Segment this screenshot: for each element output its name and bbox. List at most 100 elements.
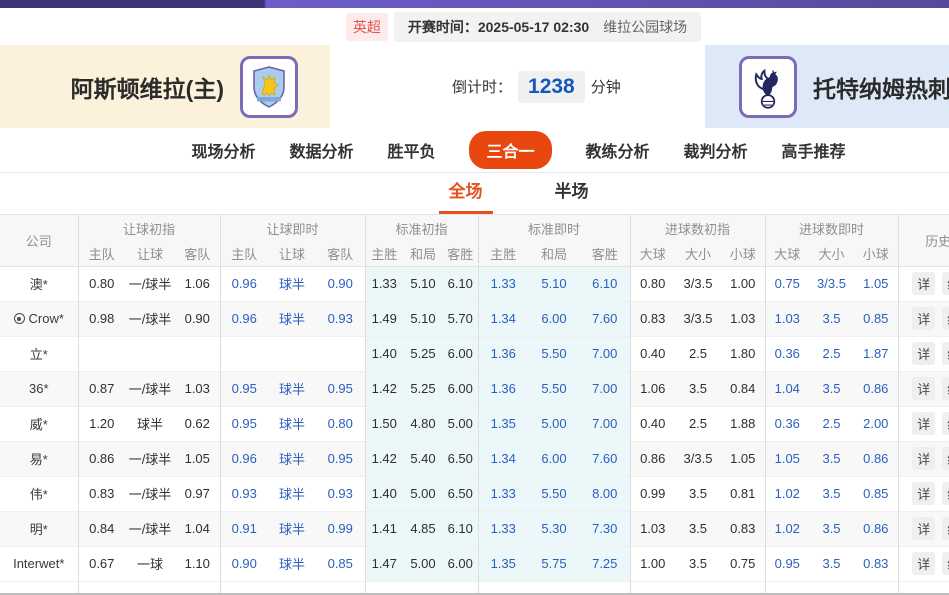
detail-button[interactable]: 详: [912, 377, 935, 400]
odds-cell: 0.81: [721, 476, 765, 511]
odds-cell: 0.40: [630, 336, 675, 371]
detail-button[interactable]: 详: [912, 517, 935, 540]
table-row: 明*0.84一/球半1.040.91球半0.991.414.856.101.33…: [0, 511, 949, 546]
detail-button[interactable]: 详: [912, 272, 935, 295]
odds-cell: 0.75: [721, 546, 765, 581]
odds-cell: 2.5: [675, 336, 721, 371]
odds-cell: 3.5: [809, 511, 854, 546]
odds-cell: 3.5: [675, 476, 721, 511]
odds-cell: 0.87: [78, 371, 125, 406]
odds-cell: 8.00: [580, 476, 630, 511]
sub-header: 大小: [675, 241, 721, 266]
countdown: 倒计时： 1238 分钟: [452, 45, 621, 128]
stats-button[interactable]: 统: [942, 377, 949, 400]
nav-tab-0[interactable]: 现场分析: [191, 138, 255, 162]
odds-cell: 0.36: [765, 406, 809, 441]
odds-cell: 球半: [268, 371, 316, 406]
league-badge: 英超: [346, 13, 388, 41]
odds-cell: 5.50: [528, 336, 580, 371]
action-cell: 详统: [898, 511, 949, 546]
stats-button[interactable]: 统: [942, 342, 949, 365]
odds-cell: 0.62: [175, 406, 220, 441]
company-cell: 易*: [0, 441, 78, 476]
odds-cell: 0.83: [630, 301, 675, 336]
detail-button[interactable]: 详: [912, 412, 935, 435]
odds-cell: 1.20: [78, 406, 125, 441]
detail-button[interactable]: 详: [912, 482, 935, 505]
odds-cell: 0.96: [220, 441, 268, 476]
nav-tab-5[interactable]: 裁判分析: [684, 138, 748, 162]
odds-cell: 1.02: [765, 476, 809, 511]
odds-cell: 1.05: [721, 441, 765, 476]
odds-cell: 一/球半: [125, 511, 175, 546]
odds-cell: 1.40: [365, 476, 403, 511]
nav-tab-6[interactable]: 高手推荐: [782, 138, 846, 162]
kickoff-box: 开赛时间：2025-05-17 02:30 维拉公园球场: [394, 12, 701, 42]
odds-cell: 0.80: [316, 406, 365, 441]
odds-cell: 0.96: [220, 301, 268, 336]
odds-cell: [316, 336, 365, 371]
odds-cell: 0.86: [630, 441, 675, 476]
odds-cell: 1.04: [765, 371, 809, 406]
odds-cell: 1.35: [478, 546, 528, 581]
venue-label: 维拉公园球场: [603, 17, 687, 37]
odds-cell: 1.06: [630, 371, 675, 406]
nav-tab-2[interactable]: 胜平负: [387, 138, 435, 162]
stats-button[interactable]: 统: [942, 447, 949, 470]
odds-cell: 5.00: [528, 406, 580, 441]
odds-cell: 0.95: [765, 546, 809, 581]
stats-button[interactable]: 统: [942, 412, 949, 435]
stats-button[interactable]: 统: [942, 517, 949, 540]
odds-cell: 6.00: [443, 371, 478, 406]
odds-cell: 1.47: [365, 546, 403, 581]
detail-button[interactable]: 详: [912, 307, 935, 330]
tottenham-cockerel-icon: [750, 64, 786, 110]
table-row: 36*0.87一/球半1.030.95球半0.951.425.256.001.3…: [0, 371, 949, 406]
odds-cell: 球半: [125, 406, 175, 441]
odds-cell: 2.00: [854, 406, 898, 441]
odds-cell: 6.50: [443, 476, 478, 511]
sub-header: 大球: [630, 241, 675, 266]
odds-cell: 0.99: [630, 476, 675, 511]
odds-table-body: 澳*0.80一/球半1.060.96球半0.901.335.106.101.33…: [0, 266, 949, 581]
odds-cell: [268, 336, 316, 371]
odds-cell: 5.50: [528, 371, 580, 406]
odds-cell: 1.42: [365, 441, 403, 476]
odds-cell: 6.10: [580, 266, 630, 301]
odds-cell: 1.05: [854, 266, 898, 301]
stats-button[interactable]: 统: [942, 272, 949, 295]
odds-cell: 1.80: [721, 336, 765, 371]
scope-tab-1[interactable]: 半场: [545, 177, 599, 214]
odds-cell: 一/球半: [125, 266, 175, 301]
partial-next-row: [0, 582, 949, 593]
scope-tab-0[interactable]: 全场: [439, 177, 493, 214]
odds-cell: 0.90: [220, 546, 268, 581]
nav-tab-1[interactable]: 数据分析: [289, 138, 353, 162]
odds-cell: 0.93: [316, 301, 365, 336]
odds-cell: 7.60: [580, 441, 630, 476]
odds-cell: 1.05: [765, 441, 809, 476]
group-header: 让球即时: [220, 215, 365, 241]
company-cell: 立*: [0, 336, 78, 371]
odds-cell: 1.03: [175, 371, 220, 406]
odds-cell: 5.10: [403, 301, 443, 336]
detail-button[interactable]: 详: [912, 342, 935, 365]
detail-button[interactable]: 详: [912, 447, 935, 470]
sub-header: 大球: [765, 241, 809, 266]
odds-cell: 球半: [268, 301, 316, 336]
stats-button[interactable]: 统: [942, 482, 949, 505]
odds-cell: 2.5: [675, 406, 721, 441]
company-cell: Crow*: [0, 301, 78, 336]
stats-button[interactable]: 统: [942, 307, 949, 330]
sub-header: 主胜: [478, 241, 528, 266]
nav-tab-4[interactable]: 教练分析: [586, 138, 650, 162]
odds-cell: 6.10: [443, 511, 478, 546]
company-cell: 明*: [0, 511, 78, 546]
detail-button[interactable]: 详: [912, 552, 935, 575]
odds-cell: 1.03: [765, 301, 809, 336]
odds-cell: 7.00: [580, 406, 630, 441]
odds-cell: 1.36: [478, 336, 528, 371]
stats-button[interactable]: 统: [942, 552, 949, 575]
nav-tab-3[interactable]: 三合一: [469, 131, 551, 169]
odds-cell: 0.86: [854, 511, 898, 546]
